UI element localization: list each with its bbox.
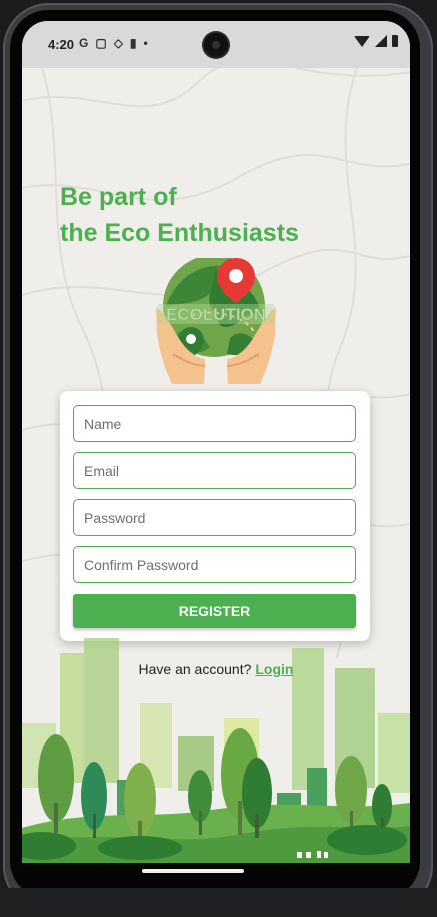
login-prompt-text: Have an account? [138, 661, 252, 677]
status-icons-left: G ▢ ◇ ▮ • [79, 35, 148, 51]
ecolution-logo-text: ECOLUTION [166, 305, 266, 324]
front-camera [204, 33, 228, 57]
status-icons-right [354, 35, 398, 47]
confirm-password-field[interactable] [73, 546, 356, 583]
register-form-card: REGISTER [60, 391, 370, 641]
status-bar: 4:20 G ▢ ◇ ▮ • [22, 21, 410, 68]
headline-line-2: the Eco Enthusiasts [60, 219, 299, 247]
page-title: Be part of the Eco Enthusiasts [60, 179, 360, 251]
google-g-icon: G [79, 36, 89, 50]
signal-icon [375, 35, 387, 47]
battery-icon [392, 35, 398, 47]
ecolution-logo: ECOLUTION [156, 258, 276, 384]
wifi-icon [354, 35, 370, 47]
status-time: 4:20 [48, 37, 75, 52]
login-prompt-row: Have an account? Login [22, 661, 410, 677]
email-field[interactable] [73, 452, 356, 489]
register-button[interactable]: REGISTER [73, 594, 356, 628]
gesture-navigation-bar [22, 863, 410, 883]
home-indicator[interactable] [142, 869, 244, 873]
phone-screen: 4:20 G ▢ ◇ ▮ • Be part of the Eco Enthus… [22, 21, 410, 863]
emulator-bottom-bar [0, 888, 437, 917]
screen-record-icon: ▢ [95, 36, 107, 50]
password-field[interactable] [73, 499, 356, 536]
register-screen: Be part of the Eco Enthusiasts ECOLUTION [22, 68, 410, 863]
dot-icon: • [143, 36, 148, 50]
vpn-shield-icon: ◇ [113, 36, 123, 50]
login-link[interactable]: Login [255, 661, 293, 677]
sim-card-icon: ▮ [129, 36, 137, 50]
name-field[interactable] [73, 405, 356, 442]
headline-line-1: Be part of [60, 183, 177, 211]
